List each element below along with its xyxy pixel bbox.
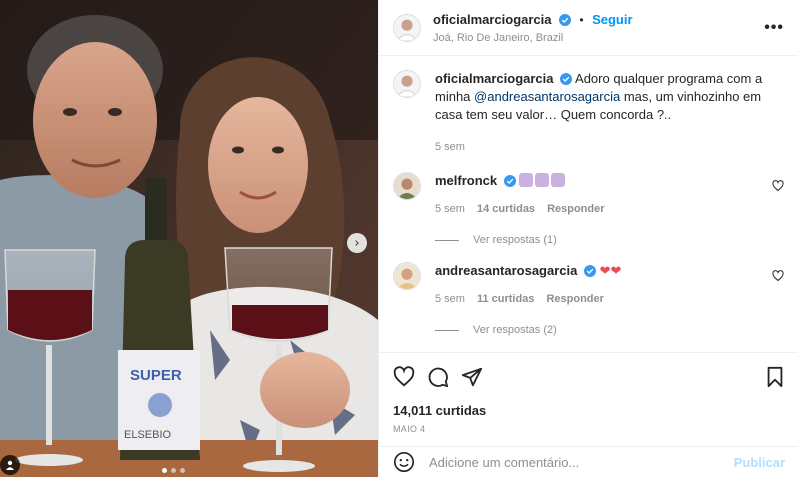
separator-dot: • (579, 13, 584, 27)
location-link[interactable]: Joá, Rio De Janeiro, Brazil (433, 32, 764, 44)
mention-link[interactable]: @andreasantarosagarcia (474, 89, 620, 104)
caption-time[interactable]: 5 sem (435, 138, 465, 156)
view-replies-label: Ver respostas (2) (473, 324, 557, 336)
comment-text: ❤❤ (599, 263, 622, 278)
comment-input[interactable]: Adicione um comentário... (429, 455, 734, 470)
reply-button[interactable]: Responder (547, 200, 604, 218)
carousel-dot (180, 468, 185, 473)
comment-likes[interactable]: 11 curtidas (477, 290, 534, 308)
comment-composer: Adicione um comentário... Publicar (379, 446, 798, 477)
post-date[interactable]: MAIO 4 (393, 424, 785, 434)
replies-line (435, 329, 459, 331)
like-comment-heart-icon[interactable] (772, 180, 784, 192)
comment-row: melfronck 5 sem 14 curtidas Responder (393, 172, 784, 218)
emoji-smiley-icon[interactable] (393, 451, 415, 473)
avatar-image (394, 71, 420, 97)
comment-time[interactable]: 5 sem (435, 200, 465, 218)
avatar-image (394, 173, 420, 199)
comment-body: melfronck 5 sem 14 curtidas Responder (435, 172, 784, 218)
comment-time[interactable]: 5 sem (435, 290, 465, 308)
post-header: oficialmarciogarcia • Seguir Joá, Rio De… (379, 0, 798, 56)
avatar[interactable] (393, 262, 421, 290)
verified-badge-icon (583, 265, 596, 277)
comment-username[interactable]: melfronck (435, 173, 497, 188)
caption-meta: 5 sem (435, 138, 784, 156)
comment-likes[interactable]: 14 curtidas (477, 200, 535, 218)
comment-bubble-icon[interactable] (427, 366, 449, 388)
verified-badge-icon (558, 14, 571, 26)
view-replies-button[interactable]: Ver respostas (1) (435, 234, 784, 246)
couple-wine-photo: SUPER ELSEBIO (0, 0, 378, 477)
bottle-label-brand: ELSEBIO (124, 429, 172, 441)
person-icon (6, 460, 14, 470)
caption-body: oficialmarciogarcia Adoro qualquer progr… (435, 70, 784, 156)
woman-emoji-icon (551, 173, 566, 187)
follow-button[interactable]: Seguir (592, 12, 632, 27)
replies-line (435, 239, 459, 241)
caption-username[interactable]: oficialmarciogarcia (435, 71, 554, 86)
publish-button[interactable]: Publicar (734, 455, 785, 470)
avatar[interactable] (393, 172, 421, 200)
more-options-button[interactable]: ••• (764, 19, 784, 37)
like-heart-icon[interactable] (393, 366, 415, 388)
carousel-dot (162, 468, 167, 473)
comments-list: oficialmarciogarcia Adoro qualquer progr… (379, 56, 798, 352)
like-comment-heart-icon[interactable] (772, 270, 784, 282)
bottle-label-super: SUPER (130, 367, 182, 384)
verified-badge-icon (560, 73, 573, 85)
post-photo[interactable]: SUPER ELSEBIO › (0, 0, 378, 477)
save-bookmark-icon[interactable] (765, 366, 785, 388)
header-meta: oficialmarciogarcia • Seguir Joá, Rio De… (433, 11, 764, 44)
avatar-image (394, 263, 420, 289)
share-paper-plane-icon[interactable] (461, 366, 483, 388)
post-side-panel: oficialmarciogarcia • Seguir Joá, Rio De… (378, 0, 798, 477)
verified-badge-icon (503, 175, 516, 187)
action-icons (393, 365, 785, 389)
caption: oficialmarciogarcia Adoro qualquer progr… (393, 70, 784, 156)
chevron-right-icon: › (354, 235, 360, 251)
comment-meta: 5 sem 14 curtidas Responder (435, 200, 784, 218)
avatar[interactable] (393, 13, 421, 42)
woman-emoji-icon (535, 173, 550, 187)
comment-row: andreasantarosagarcia ❤❤ 5 sem 11 curtid… (393, 262, 784, 308)
user-tag-button[interactable] (0, 455, 20, 475)
header-username[interactable]: oficialmarciogarcia (433, 12, 552, 27)
comment-username[interactable]: andreasantarosagarcia (435, 263, 577, 278)
likes-count[interactable]: 14,011 curtidas (393, 403, 785, 418)
next-photo-button[interactable]: › (347, 233, 367, 253)
carousel-dots (162, 468, 185, 473)
avatar[interactable] (393, 70, 421, 98)
post-actions: 14,011 curtidas MAIO 4 (379, 352, 798, 434)
post-modal: SUPER ELSEBIO › oficialmarciogarcia • Se… (0, 0, 798, 477)
view-replies-label: Ver respostas (1) (473, 234, 557, 246)
comment-body: andreasantarosagarcia ❤❤ 5 sem 11 curtid… (435, 262, 784, 308)
carousel-dot (171, 468, 176, 473)
avatar-image (394, 14, 420, 41)
woman-emoji-icon (519, 173, 534, 187)
view-replies-button[interactable]: Ver respostas (2) (435, 324, 784, 336)
reply-button[interactable]: Responder (546, 290, 603, 308)
comment-meta: 5 sem 11 curtidas Responder (435, 290, 784, 308)
